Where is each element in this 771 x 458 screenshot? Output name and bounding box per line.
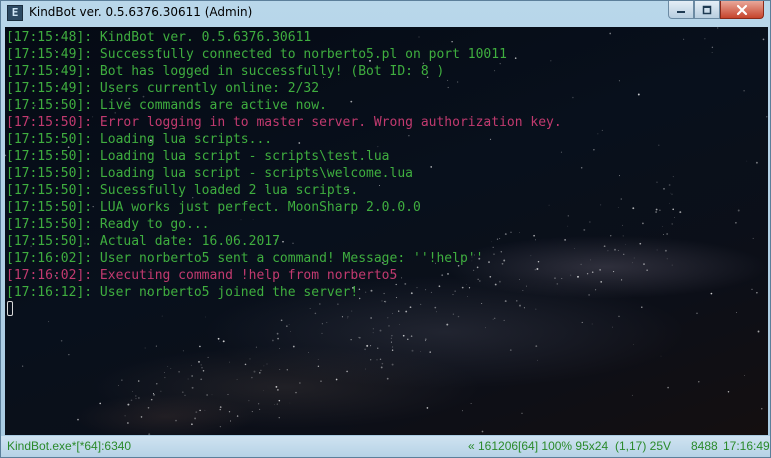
log-message: LUA works just perfect. MoonSharp 2.0.0.… bbox=[92, 200, 421, 215]
log-line: [17:15:50]: Sucessfully loaded 2 lua scr… bbox=[6, 182, 562, 199]
log-timestamp: [17:15:50]: bbox=[6, 183, 93, 198]
log-timestamp: [17:16:02]: bbox=[6, 251, 93, 266]
log-line: [17:15:50]: Loading lua scripts... bbox=[6, 131, 562, 148]
log-line: [17:15:50]: Live commands are active now… bbox=[6, 97, 562, 114]
log-timestamp: [17:15:50]: bbox=[6, 234, 93, 249]
log-message: Live commands are active now. bbox=[92, 98, 327, 113]
log-message: User norberto5 joined the server! bbox=[92, 285, 359, 300]
log-message: Ready to go... bbox=[92, 217, 210, 232]
status-pid[interactable]: 8488 bbox=[691, 439, 718, 453]
window-title: KindBot ver. 0.5.6376.30611 (Admin) bbox=[29, 5, 253, 19]
log-line: [17:15:50]: Actual date: 16.06.2017 bbox=[6, 233, 562, 250]
log-line: [17:15:50]: Error logging in to master s… bbox=[6, 114, 562, 131]
log-message: Loading lua scripts... bbox=[92, 132, 273, 147]
close-icon bbox=[736, 4, 748, 15]
console-output[interactable]: [17:15:48]: KindBot ver. 0.5.6376.30611[… bbox=[5, 27, 768, 435]
log-line: [17:15:49]: Users currently online: 2/32 bbox=[6, 80, 562, 97]
maximize-button[interactable] bbox=[694, 1, 720, 19]
log-timestamp: [17:15:50]: bbox=[6, 149, 93, 164]
log-line: [17:15:50]: LUA works just perfect. Moon… bbox=[6, 199, 562, 216]
log-message: Loading lua script - scripts\test.lua bbox=[92, 149, 390, 164]
log-line: [17:15:48]: KindBot ver. 0.5.6376.30611 bbox=[6, 29, 562, 46]
log-line: [17:16:02]: Executing command !help from… bbox=[6, 267, 562, 284]
log-timestamp: [17:15:50]: bbox=[6, 98, 93, 113]
log-message: Sucessfully loaded 2 lua scripts. bbox=[92, 183, 359, 198]
log-line: [17:15:50]: Loading lua script - scripts… bbox=[6, 165, 562, 182]
text-cursor bbox=[7, 301, 13, 316]
log-timestamp: [17:15:50]: bbox=[6, 115, 93, 130]
minimize-icon bbox=[677, 10, 685, 13]
app-icon[interactable]: E bbox=[7, 5, 23, 21]
title-bar[interactable]: E KindBot ver. 0.5.6376.30611 (Admin) bbox=[1, 1, 770, 27]
log-timestamp: [17:15:48]: bbox=[6, 30, 93, 45]
log-message: Executing command !help from norberto5 bbox=[92, 268, 398, 283]
log-line: [17:15:49]: Bot has logged in successful… bbox=[6, 63, 562, 80]
status-process[interactable]: KindBot.exe*[*64]:6340 bbox=[7, 439, 131, 453]
log-message: Bot has logged in successfully! (Bot ID:… bbox=[92, 64, 445, 79]
maximize-icon bbox=[702, 5, 712, 14]
log-message: Loading lua script - scripts\welcome.lua bbox=[92, 166, 413, 181]
log-line: [17:15:49]: Successfully connected to no… bbox=[6, 46, 562, 63]
log-timestamp: [17:15:50]: bbox=[6, 132, 93, 147]
log-timestamp: [17:16:12]: bbox=[6, 285, 93, 300]
status-cursor-pos[interactable]: (1,17) 25V bbox=[615, 439, 671, 453]
log-message: User norberto5 sent a command! Message: … bbox=[92, 251, 484, 266]
status-clock[interactable]: 17:16:49 bbox=[723, 439, 770, 453]
log-timestamp: [17:15:50]: bbox=[6, 166, 93, 181]
log-message: Users currently online: 2/32 bbox=[92, 81, 320, 96]
log-lines: [17:15:48]: KindBot ver. 0.5.6376.30611[… bbox=[6, 29, 562, 301]
close-button[interactable] bbox=[720, 1, 764, 19]
log-message: Successfully connected to norberto5.pl o… bbox=[92, 47, 507, 62]
log-line: [17:16:02]: User norberto5 sent a comman… bbox=[6, 250, 562, 267]
log-timestamp: [17:15:49]: bbox=[6, 64, 93, 79]
log-timestamp: [17:16:02]: bbox=[6, 268, 93, 283]
log-message: Error logging in to master server. Wrong… bbox=[92, 115, 562, 130]
log-line: [17:15:50]: Loading lua script - scripts… bbox=[6, 148, 562, 165]
console-window: E KindBot ver. 0.5.6376.30611 (Admin) [1… bbox=[0, 0, 771, 458]
status-bar: KindBot.exe*[*64]:6340 « 161206[64] 100%… bbox=[1, 436, 770, 457]
minimize-button[interactable] bbox=[668, 1, 694, 19]
log-timestamp: [17:15:49]: bbox=[6, 47, 93, 62]
log-timestamp: [17:15:49]: bbox=[6, 81, 93, 96]
log-timestamp: [17:15:50]: bbox=[6, 217, 93, 232]
log-line: [17:15:50]: Ready to go... bbox=[6, 216, 562, 233]
log-line: [17:16:12]: User norberto5 joined the se… bbox=[6, 284, 562, 301]
log-message: Actual date: 16.06.2017 bbox=[92, 234, 280, 249]
log-message: KindBot ver. 0.5.6376.30611 bbox=[92, 30, 312, 45]
log-timestamp: [17:15:50]: bbox=[6, 200, 93, 215]
status-buffer-info[interactable]: « 161206[64] 100% 95x24 bbox=[468, 439, 608, 453]
window-controls bbox=[668, 1, 764, 19]
